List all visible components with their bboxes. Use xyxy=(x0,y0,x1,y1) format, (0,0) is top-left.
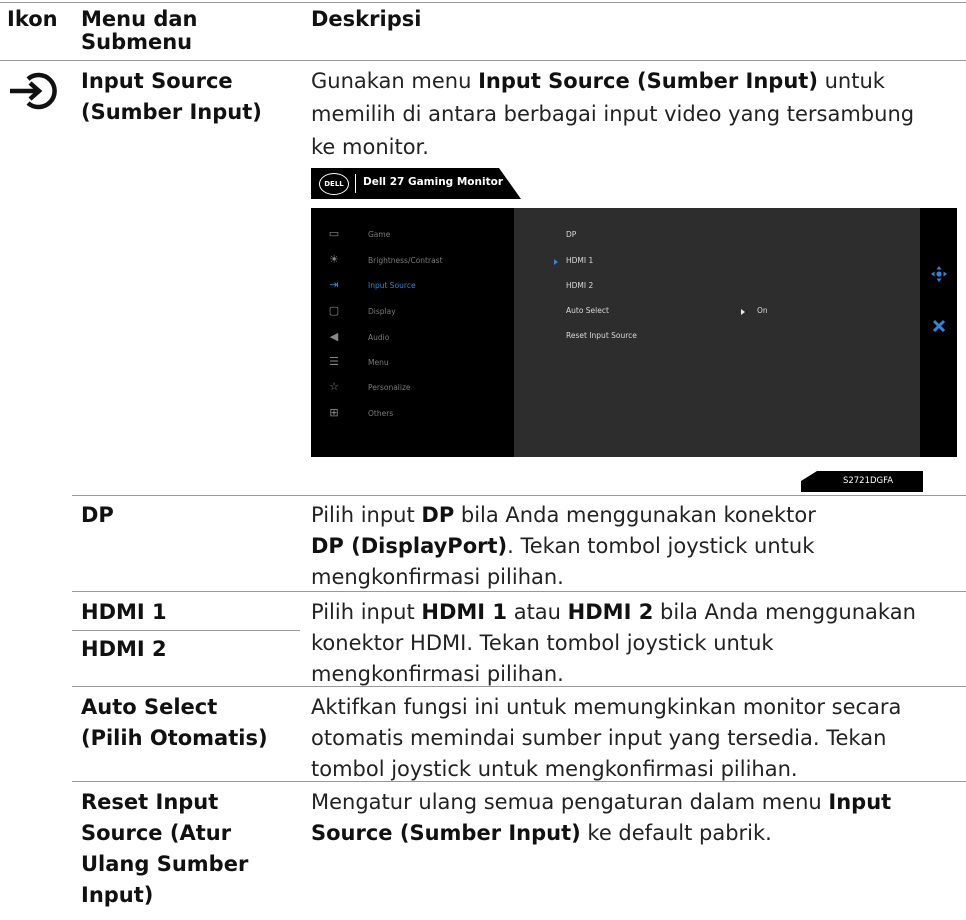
row-rule-hdmi-inner xyxy=(72,630,300,631)
auto-description-line1: Aktifkan fungsi ini untuk memungkinkan m… xyxy=(311,695,902,719)
osd-option-dp[interactable]: DP xyxy=(566,230,576,239)
close-icon[interactable] xyxy=(932,319,946,333)
menu-reset-line1: Reset Input xyxy=(81,790,219,814)
input-source-icon xyxy=(10,72,57,110)
osd-menu-input-source[interactable]: ⇥ Input Source xyxy=(323,276,513,296)
hdmi-description-line1: Pilih input HDMI 1 atau HDMI 2 bila Anda… xyxy=(311,600,916,624)
dell-logo: DELL xyxy=(319,173,349,195)
submenu-arrow-icon xyxy=(741,309,745,315)
main-description-line2: memilih di antara berbagai input video y… xyxy=(311,102,915,126)
menu-input-source-line2: (Sumber Input) xyxy=(81,100,262,124)
game-icon: ▭ xyxy=(328,227,340,240)
osd-menu-personalize[interactable]: ☆ Personalize xyxy=(323,378,513,398)
others-icon: ⊞ xyxy=(329,406,339,419)
tab-separator xyxy=(355,174,356,193)
osd-screen: ▭ Game ☀ Brightness/Contrast ⇥ Input Sou… xyxy=(311,208,957,457)
menu-hdmi1: HDMI 1 xyxy=(81,600,167,624)
menu-auto-select-line1: Auto Select xyxy=(81,695,218,719)
osd-menu-game[interactable]: ▭ Game xyxy=(323,225,513,245)
osd-option-reset[interactable]: Reset Input Source xyxy=(566,331,637,340)
header-menu-line1: Menu dan xyxy=(81,7,198,31)
auto-description-line3: tombol joystick untuk mengkonfirmasi pil… xyxy=(311,757,798,781)
osd-menu-brightness[interactable]: ☀ Brightness/Contrast xyxy=(323,251,513,271)
hdmi-description-line3: mengkonfirmasi pilihan. xyxy=(311,662,564,686)
reset-description-line2: Source (Sumber Input) ke default pabrik. xyxy=(311,821,772,845)
osd-title-tab: DELL Dell 27 Gaming Monitor xyxy=(311,168,521,199)
osd-auto-select-value: On xyxy=(757,306,768,315)
osd-option-hdmi1[interactable]: HDMI 1 xyxy=(566,256,593,265)
selected-arrow-icon xyxy=(554,259,558,265)
osd-menu-menu[interactable]: ☰ Menu xyxy=(323,353,513,373)
main-description-line1: Gunakan menu Input Source (Sumber Input)… xyxy=(311,69,885,93)
header-description: Deskripsi xyxy=(311,7,422,31)
osd-menu-list: ▭ Game ☀ Brightness/Contrast ⇥ Input Sou… xyxy=(311,208,514,457)
menu-auto-select-line2: (Pilih Otomatis) xyxy=(81,726,268,750)
reset-description-line1: Mengatur ulang semua pengaturan dalam me… xyxy=(311,790,892,814)
main-description-line3: ke monitor. xyxy=(311,135,429,159)
dp-description-line2: DP (DisplayPort). Tekan tombol joystick … xyxy=(311,534,815,558)
header-icon: Ikon xyxy=(7,7,58,31)
dp-description-line3: mengkonfirmasi pilihan. xyxy=(311,565,564,589)
dp-description-line1: Pilih input DP bila Anda menggunakan kon… xyxy=(311,503,816,527)
menu-input-source-line1: Input Source xyxy=(81,69,233,93)
menu-reset-line2: Source (Atur xyxy=(81,821,232,845)
menu-reset-line4: Input) xyxy=(81,883,154,907)
star-icon: ☆ xyxy=(329,380,339,393)
input-source-icon: ⇥ xyxy=(329,278,339,291)
osd-option-hdmi2[interactable]: HDMI 2 xyxy=(566,281,593,290)
osd-option-auto-select[interactable]: Auto Select xyxy=(566,306,609,315)
audio-icon: ◀ xyxy=(329,330,339,343)
joystick-move-icon[interactable] xyxy=(931,266,947,282)
model-tag: S2721DGFA xyxy=(801,471,923,492)
osd-side-bar xyxy=(920,208,957,457)
osd-menu-display[interactable]: ▢ Display xyxy=(323,302,513,322)
menu-icon: ☰ xyxy=(329,355,339,368)
table-top-rule xyxy=(0,2,966,3)
row-rule-dp xyxy=(72,495,966,496)
osd-menu-others[interactable]: ⊞ Others xyxy=(323,404,513,424)
osd-menu-audio[interactable]: ◀ Audio xyxy=(323,328,513,348)
menu-reset-line3: Ulang Sumber xyxy=(81,852,249,876)
auto-description-line2: otomatis memindai sumber input yang ters… xyxy=(311,726,887,750)
menu-dp: DP xyxy=(81,503,114,527)
header-menu-line2: Submenu xyxy=(81,30,193,54)
menu-hdmi2: HDMI 2 xyxy=(81,637,167,661)
hdmi-description-line2: konektor HDMI. Tekan tombol joystick unt… xyxy=(311,631,774,655)
header-rule xyxy=(0,60,966,61)
display-icon: ▢ xyxy=(328,304,340,317)
osd-title: Dell 27 Gaming Monitor xyxy=(363,176,503,188)
osd-options-panel: DP HDMI 1 HDMI 2 Auto Select On Reset In… xyxy=(514,208,920,457)
brightness-icon: ☀ xyxy=(329,253,339,266)
